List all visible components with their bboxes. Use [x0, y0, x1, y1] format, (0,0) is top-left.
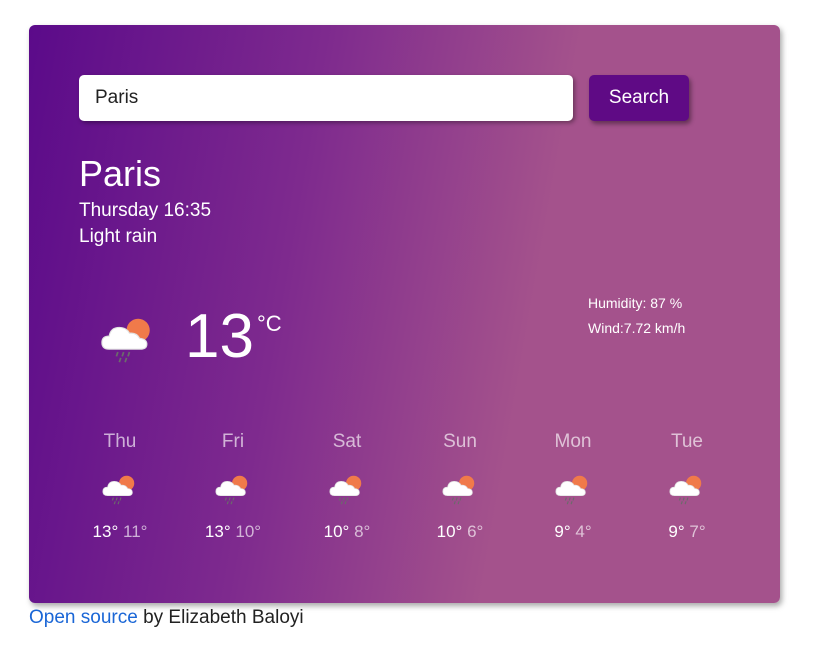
forecast-min-temp: 4° [575, 522, 592, 541]
forecast-temps: 9° 4° [516, 521, 630, 543]
current-temperature: 13 [185, 302, 254, 371]
forecast-day-name: Fri [221, 431, 245, 452]
current-datetime: Thursday 16:35 [79, 200, 212, 221]
footer-author-text: by Elizabeth Baloyi [137, 607, 304, 628]
forecast-max-temp: 9° [668, 522, 685, 541]
weather-description: Light rain [79, 226, 158, 247]
temperature-unit[interactable]: °C [257, 311, 282, 337]
forecast-min-temp: 6° [467, 522, 484, 541]
humidity-text: Humidity: 87 % [588, 295, 683, 311]
cloud-sun-rain-icon [329, 475, 362, 505]
city-search-input[interactable] [79, 75, 573, 121]
weather-card: Search Paris Thursday 16:35 Light rain 1… [29, 25, 780, 603]
search-button[interactable]: Search [589, 75, 689, 121]
weather-details: Humidity: 87 % Wind:7.72 km/h [588, 291, 685, 341]
cloud-sun-rain-icon [102, 475, 135, 505]
forecast-max-temp: 10° [323, 522, 350, 541]
wind-text: Wind:7.72 km/h [588, 320, 686, 336]
cloud-sun-rain-icon [669, 475, 702, 505]
forecast-day: Thu 13° 11° [63, 430, 177, 543]
forecast-day: Mon 9° 4° [516, 430, 630, 543]
forecast-day: Sun 10° 6° [403, 430, 517, 543]
cloud-sun-rain-icon [555, 475, 588, 505]
forecast-temps: 10° 6° [403, 521, 517, 543]
forecast-temps: 10° 8° [290, 521, 404, 543]
cloud-sun-rain-icon [442, 475, 475, 505]
cloud-sun-rain-icon [101, 318, 150, 363]
forecast-temps: 13° 11° [63, 521, 177, 543]
forecast-max-temp: 13° [92, 522, 119, 541]
footer: Open source by Elizabeth Baloyi [29, 606, 304, 630]
forecast-temps: 13° 10° [176, 521, 290, 543]
forecast-day-name: Mon [554, 431, 592, 452]
forecast-max-temp: 10° [436, 522, 463, 541]
forecast-min-temp: 7° [689, 522, 706, 541]
forecast-temps: 9° 7° [630, 521, 744, 543]
city-name: Paris [79, 153, 162, 194]
forecast-max-temp: 9° [554, 522, 571, 541]
forecast-day: Tue 9° 7° [630, 430, 744, 543]
forecast-day: Sat 10° 8° [290, 430, 404, 543]
forecast-day-name: Sat [332, 431, 362, 452]
cloud-sun-rain-icon [215, 475, 248, 505]
forecast-min-temp: 8° [354, 522, 371, 541]
forecast-min-temp: 10° [235, 522, 262, 541]
open-source-link[interactable]: Open source [29, 607, 138, 628]
forecast-min-temp: 11° [123, 522, 148, 541]
forecast-day-name: Thu [103, 431, 137, 452]
forecast-day: Fri 13° 10° [176, 430, 290, 543]
forecast-day-name: Tue [670, 431, 704, 452]
forecast-day-name: Sun [443, 431, 477, 452]
forecast-row: Thu 13° 11° Fri 13° 10° Sat 10° 8° Sun 1… [63, 430, 745, 560]
forecast-max-temp: 13° [204, 522, 231, 541]
